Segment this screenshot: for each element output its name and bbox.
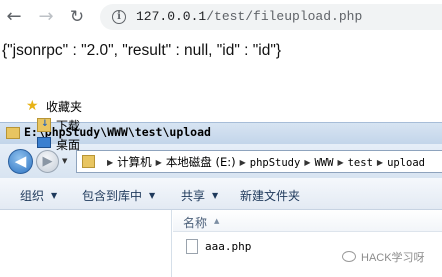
info-icon[interactable]: i bbox=[112, 10, 126, 24]
breadcrumb-phpstudy[interactable]: phpStudy bbox=[250, 157, 301, 169]
breadcrumb-local-disk[interactable]: 本地磁盘 (E:) bbox=[166, 155, 236, 169]
history-dropdown-icon[interactable]: ▼ bbox=[62, 157, 67, 165]
address-bar[interactable]: i 127.0.0.1/test/fileupload.php bbox=[100, 4, 442, 30]
file-list-pane: 名称 ▲ aaa.php bbox=[173, 210, 442, 277]
breadcrumb-separator[interactable]: ▶ bbox=[304, 158, 310, 167]
column-name-header[interactable]: 名称 bbox=[183, 214, 207, 231]
include-in-library-button[interactable]: 包含到库中 ▼ bbox=[82, 187, 155, 204]
folder-icon bbox=[82, 155, 95, 168]
organize-label: 组织 bbox=[20, 189, 45, 203]
explorer-forward-button[interactable]: ▶ bbox=[36, 150, 59, 173]
chevron-down-icon: ▼ bbox=[149, 191, 156, 200]
explorer-address-box[interactable]: ▶ 计算机 ▶ 本地磁盘 (E:) ▶ phpStudy ▶ WWW ▶ test ▶ upload bbox=[76, 150, 442, 173]
share-label: 共享 bbox=[181, 189, 206, 203]
chevron-down-icon: ▼ bbox=[212, 191, 219, 200]
nav-item-favorites[interactable]: 收藏夹 bbox=[46, 98, 82, 115]
include-in-library-label: 包含到库中 bbox=[82, 189, 143, 203]
file-item[interactable]: aaa.php bbox=[205, 240, 251, 253]
explorer-command-bar: 组织 ▼ 包含到库中 ▼ 共享 ▼ 新建文件夹 bbox=[0, 178, 442, 210]
breadcrumb-separator[interactable]: ▶ bbox=[156, 158, 162, 167]
url-host: 127.0.0.1 bbox=[136, 9, 207, 24]
watermark-text: HACK学习呀 bbox=[361, 252, 425, 264]
nav-item-downloads[interactable]: 下载 bbox=[56, 117, 80, 134]
reload-icon[interactable]: ↻ bbox=[67, 7, 87, 27]
forward-arrow-icon[interactable]: → bbox=[36, 7, 56, 27]
organize-button[interactable]: 组织 ▼ bbox=[20, 187, 57, 204]
chevron-down-icon: ▼ bbox=[51, 191, 58, 200]
back-arrow-icon[interactable]: ← bbox=[4, 7, 24, 27]
sort-ascending-icon: ▲ bbox=[214, 217, 220, 225]
breadcrumb-upload[interactable]: upload bbox=[387, 157, 425, 169]
new-folder-button[interactable]: 新建文件夹 bbox=[240, 187, 300, 204]
share-button[interactable]: 共享 ▼ bbox=[181, 187, 218, 204]
explorer-title: E:\phpStudy\WWW\test\upload bbox=[24, 125, 211, 139]
download-arrow-icon: ↓ bbox=[41, 119, 49, 129]
explorer-back-button[interactable]: ◀ bbox=[8, 149, 33, 174]
nav-item-desktop[interactable]: 桌面 bbox=[56, 136, 80, 153]
breadcrumb-computer[interactable]: 计算机 bbox=[117, 155, 152, 169]
breadcrumb-www[interactable]: WWW bbox=[314, 157, 333, 169]
breadcrumb-separator[interactable]: ▶ bbox=[240, 158, 246, 167]
desktop-icon bbox=[37, 137, 51, 148]
breadcrumb-separator[interactable]: ▶ bbox=[337, 158, 343, 167]
breadcrumb-test[interactable]: test bbox=[348, 157, 373, 169]
breadcrumb-separator[interactable]: ▶ bbox=[377, 158, 383, 167]
star-icon: ★ bbox=[26, 98, 39, 114]
file-icon[interactable] bbox=[186, 239, 198, 254]
column-header: 名称 ▲ bbox=[173, 210, 442, 232]
breadcrumb-separator[interactable]: ▶ bbox=[107, 158, 113, 167]
json-response-text: {"jsonrpc" : "2.0", "result" : null, "id… bbox=[2, 42, 282, 59]
url-path: /test/fileupload.php bbox=[206, 9, 363, 24]
url-text[interactable]: 127.0.0.1/test/fileupload.php bbox=[136, 9, 362, 24]
browser-toolbar: ← → ↻ i 127.0.0.1/test/fileupload.php bbox=[0, 0, 442, 34]
navigation-pane bbox=[0, 210, 172, 277]
wechat-icon bbox=[342, 251, 356, 262]
breadcrumb: ▶ 计算机 ▶ 本地磁盘 (E:) ▶ phpStudy ▶ WWW ▶ test ▶ upload bbox=[103, 154, 425, 170]
folder-icon bbox=[6, 127, 20, 139]
